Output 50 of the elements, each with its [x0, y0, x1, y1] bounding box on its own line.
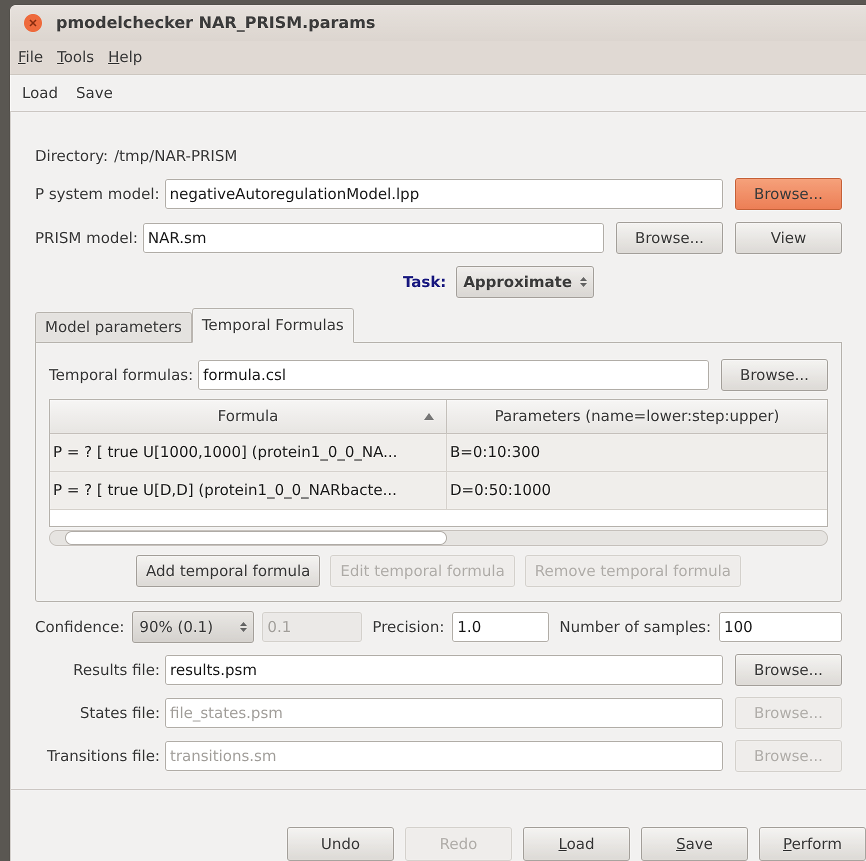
table-cell-text: B=0:10:300 — [449, 442, 542, 464]
directory-path: /tmp/NAR-PRISM — [114, 146, 238, 167]
task-label: Task: — [402, 272, 446, 293]
field-label: P system model: — [35, 184, 160, 205]
tab[interactable]: Temporal Formulas — [192, 308, 354, 343]
text-field[interactable]: results.psm — [165, 655, 723, 685]
push-button[interactable]: Browse... — [735, 178, 842, 210]
push-button[interactable]: Undo — [287, 827, 394, 861]
close-icon[interactable] — [24, 14, 42, 32]
column-header[interactable]: Parameters (name=lower:step:upper) — [447, 400, 827, 433]
field-label: Number of samples: — [559, 616, 712, 638]
text-field[interactable]: 100 — [719, 612, 842, 642]
field-label: PRISM model: — [35, 228, 138, 249]
menu-item[interactable]: File — [18, 46, 44, 69]
field-label: Directory: — [35, 146, 108, 167]
text-field[interactable]: NAR.sm — [142, 223, 604, 253]
table-cell: P = ? [ true U[1000,1000] (protein1_0_0_NA... — [50, 434, 447, 471]
text-field[interactable]: formula.csl — [198, 360, 709, 390]
confidence-select[interactable]: 90% (0.1) — [132, 611, 254, 643]
push-button[interactable]: Add temporal formula — [136, 555, 320, 587]
horizontal-scrollbar[interactable] — [49, 530, 828, 546]
spin-arrows-icon — [580, 276, 588, 288]
push-button[interactable]: Browse... — [721, 359, 828, 391]
push-button[interactable]: Perform — [759, 827, 866, 861]
field-label: Precision: — [372, 616, 444, 638]
error-field: 0.1 — [262, 612, 362, 642]
field-label: Results file: — [72, 660, 160, 681]
field-label: Temporal formulas: — [49, 364, 194, 386]
sort-arrow-icon — [424, 413, 434, 420]
spin-arrows-icon — [240, 621, 248, 633]
window-title: pmodelchecker NAR_PRISM.params — [56, 12, 376, 34]
column-header[interactable]: Formula — [50, 400, 447, 433]
push-button[interactable]: Save — [641, 827, 748, 861]
push-button[interactable]: Browse... — [616, 222, 723, 254]
table-cell: P = ? [ true U[D,D] (protein1_0_0_NARbacte... — [50, 472, 447, 509]
field-label: Transitions file: — [46, 746, 160, 767]
text-field[interactable]: negativeAutoregulationModel.lpp — [164, 179, 723, 209]
table-cell-text: D=0:50:1000 — [449, 480, 552, 502]
field-label: Confidence: — [35, 616, 124, 638]
tab[interactable]: Model parameters — [35, 312, 192, 343]
push-button[interactable]: Load — [523, 827, 630, 861]
toolbar-item[interactable]: Save — [76, 82, 113, 104]
menu-item[interactable]: Tools — [57, 46, 94, 69]
toolbar-item[interactable]: Load — [22, 82, 58, 104]
field-label: States file: — [78, 702, 160, 724]
text-field[interactable]: 1.0 — [452, 612, 550, 642]
menu-item[interactable]: Help — [108, 46, 142, 69]
task-select[interactable]: Approximate — [456, 266, 594, 298]
push-button[interactable]: Browse... — [735, 654, 842, 686]
push-button[interactable]: View — [735, 222, 842, 254]
